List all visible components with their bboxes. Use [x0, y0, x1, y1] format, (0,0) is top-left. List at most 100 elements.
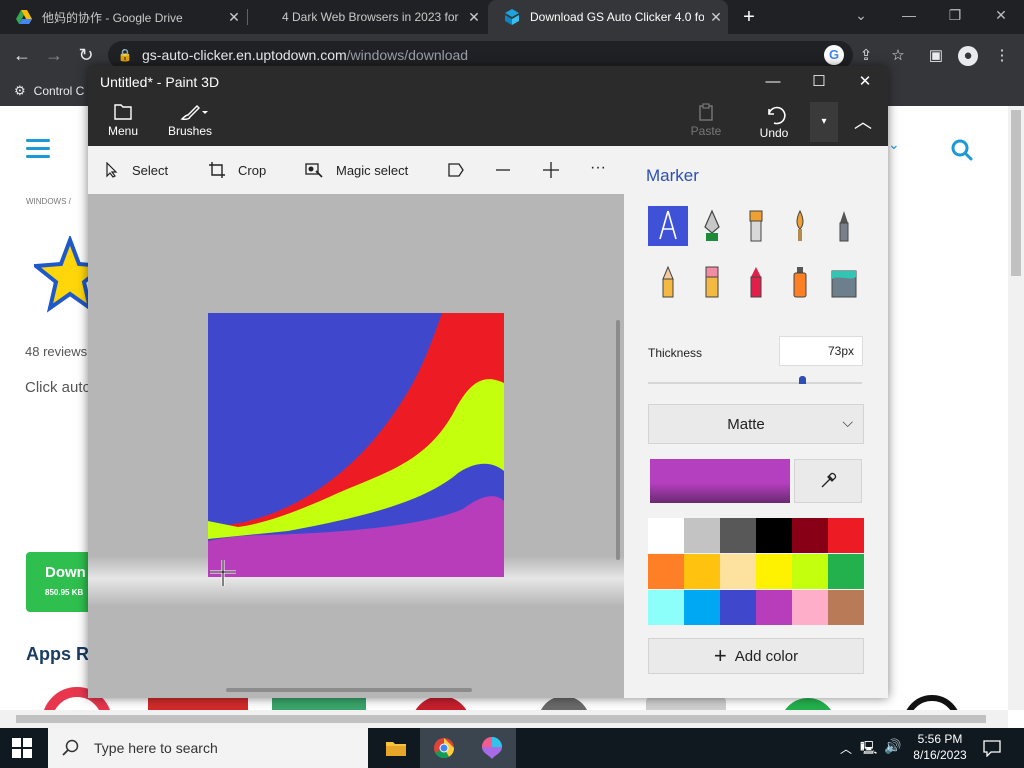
search-icon[interactable]	[950, 138, 974, 162]
color-swatch[interactable]	[720, 590, 756, 625]
bookmark-star-icon[interactable]: ☆	[888, 46, 908, 66]
thickness-input[interactable]: 73px	[779, 336, 863, 366]
eraser-brush[interactable]	[692, 262, 732, 302]
color-swatch[interactable]	[792, 590, 828, 625]
thickness-slider-thumb[interactable]	[799, 376, 806, 384]
brushes-button[interactable]: Brushes	[168, 102, 212, 138]
chrome-app[interactable]	[420, 728, 468, 768]
app-thumbnail[interactable]	[646, 696, 726, 710]
calligraphy-pen-brush[interactable]	[692, 206, 732, 246]
menu-button[interactable]: Menu	[102, 102, 144, 138]
current-color-swatch[interactable]	[650, 459, 790, 503]
address-bar[interactable]: 🔒 gs-auto-clicker.en.uptodown.com/window…	[108, 41, 853, 69]
drawing-canvas[interactable]	[208, 313, 504, 577]
undo-button[interactable]: Undo	[752, 104, 796, 140]
select-tool[interactable]: Select	[104, 146, 168, 194]
scrollbar-thumb[interactable]	[1011, 110, 1021, 276]
thickness-slider-track[interactable]	[648, 382, 862, 384]
zoom-out-icon[interactable]	[493, 161, 513, 179]
color-swatch[interactable]	[648, 590, 684, 625]
color-swatch[interactable]	[648, 518, 684, 553]
maximize-icon[interactable]: ☐	[796, 68, 842, 96]
magic-select-tool[interactable]: Magic select	[304, 146, 408, 194]
close-icon[interactable]: ✕	[842, 68, 888, 96]
spray-can-brush[interactable]	[780, 262, 820, 302]
color-swatch[interactable]	[828, 554, 864, 589]
chrome-menu-icon[interactable]: ⋮	[992, 46, 1012, 66]
color-swatch[interactable]	[684, 554, 720, 589]
app-thumbnail-green-circle[interactable]	[776, 696, 840, 710]
scrollbar-thumb[interactable]	[16, 715, 986, 723]
share-icon[interactable]: ⇪	[856, 46, 876, 66]
side-panel-icon[interactable]: ▣	[926, 46, 946, 66]
taskbar-search-box[interactable]: Type here to search	[48, 728, 368, 768]
color-swatch[interactable]	[648, 554, 684, 589]
file-explorer-app[interactable]	[372, 728, 420, 768]
color-swatch[interactable]	[684, 518, 720, 553]
reload-icon[interactable]: ↻	[72, 42, 100, 68]
pixel-pen-brush[interactable]	[824, 206, 864, 246]
finish-dropdown[interactable]: Matte ⌵	[648, 404, 864, 444]
color-swatch[interactable]	[792, 554, 828, 589]
back-icon[interactable]: ←	[8, 42, 36, 68]
restore-icon[interactable]: ❐	[932, 0, 978, 30]
paint3d-app[interactable]	[468, 728, 516, 768]
page-vertical-scrollbar[interactable]	[1008, 106, 1024, 710]
tab-close-icon[interactable]: ✕	[462, 9, 486, 26]
color-swatch[interactable]	[828, 518, 864, 553]
tab-close-icon[interactable]: ✕	[222, 9, 246, 26]
color-swatch[interactable]	[720, 554, 756, 589]
collapse-toolbar-icon[interactable]: ︿	[848, 112, 878, 132]
sticker-shape-icon[interactable]	[446, 161, 466, 179]
canvas-horizontal-scrollbar[interactable]	[226, 688, 472, 692]
reviews-count[interactable]: 48 reviews	[25, 344, 87, 359]
color-swatch[interactable]	[684, 590, 720, 625]
crop-tool[interactable]: Crop	[208, 146, 266, 194]
color-swatch[interactable]	[720, 518, 756, 553]
tab-gs-auto-clicker[interactable]: Download GS Auto Clicker 4.0 for ✕	[488, 0, 728, 34]
color-swatch[interactable]	[756, 590, 792, 625]
tab-close-icon[interactable]: ✕	[704, 9, 728, 26]
chevron-down-icon[interactable]: ⌄	[888, 136, 900, 153]
eyedropper-button[interactable]	[794, 459, 862, 503]
more-options-icon[interactable]: ···	[590, 159, 606, 177]
pencil-brush[interactable]	[648, 262, 688, 302]
color-swatch[interactable]	[756, 554, 792, 589]
profile-avatar-icon[interactable]: ●	[958, 46, 978, 66]
color-swatch[interactable]	[756, 518, 792, 553]
windows-start-icon[interactable]	[12, 738, 32, 758]
show-hidden-icons-icon[interactable]: ︿	[840, 740, 852, 757]
bookmark-control[interactable]: ⚙ Control C	[14, 83, 84, 99]
taskbar-clock[interactable]: 5:56 PM 8/16/2023	[908, 731, 972, 763]
minimize-icon[interactable]: —	[886, 0, 932, 30]
minimize-icon[interactable]: —	[750, 68, 796, 96]
notification-center-icon[interactable]	[982, 739, 1002, 757]
close-window-icon[interactable]: ✕	[978, 0, 1024, 30]
marker-brush[interactable]	[648, 206, 688, 246]
fill-bucket-brush[interactable]	[824, 262, 864, 302]
forward-icon[interactable]: →	[40, 42, 68, 68]
tab-google-drive[interactable]: 他妈的协作 - Google Drive ✕	[0, 0, 246, 34]
oil-brush[interactable]	[736, 206, 776, 246]
download-button[interactable]: Down 850.95 KB	[26, 552, 96, 612]
menu-hamburger-icon[interactable]	[20, 130, 64, 174]
volume-icon[interactable]: 🔊	[884, 738, 901, 755]
canvas-vertical-scrollbar[interactable]	[616, 320, 620, 560]
google-lens-icon[interactable]: G	[824, 45, 844, 65]
color-swatch[interactable]	[792, 518, 828, 553]
network-icon[interactable]: 🖳	[860, 739, 877, 761]
breadcrumb[interactable]: WINDOWS /	[26, 197, 71, 206]
zoom-in-icon[interactable]	[541, 161, 561, 179]
new-tab-button[interactable]: +	[737, 4, 761, 30]
app-thumbnail[interactable]	[148, 696, 248, 710]
add-color-button[interactable]: + Add color	[648, 638, 864, 674]
crayon-brush[interactable]	[736, 262, 776, 302]
watercolor-brush[interactable]	[780, 206, 820, 246]
tab-search-chevron-icon[interactable]: ⌄	[838, 0, 884, 30]
page-horizontal-scrollbar[interactable]	[0, 710, 1008, 728]
app-thumbnail[interactable]	[272, 696, 366, 710]
paste-button[interactable]: Paste	[684, 102, 728, 138]
tab-dark-web-browsers[interactable]: 4 Dark Web Browsers in 2023 for ✕	[248, 0, 486, 34]
history-dropdown-icon[interactable]: ▾	[810, 102, 838, 142]
color-swatch[interactable]	[828, 590, 864, 625]
